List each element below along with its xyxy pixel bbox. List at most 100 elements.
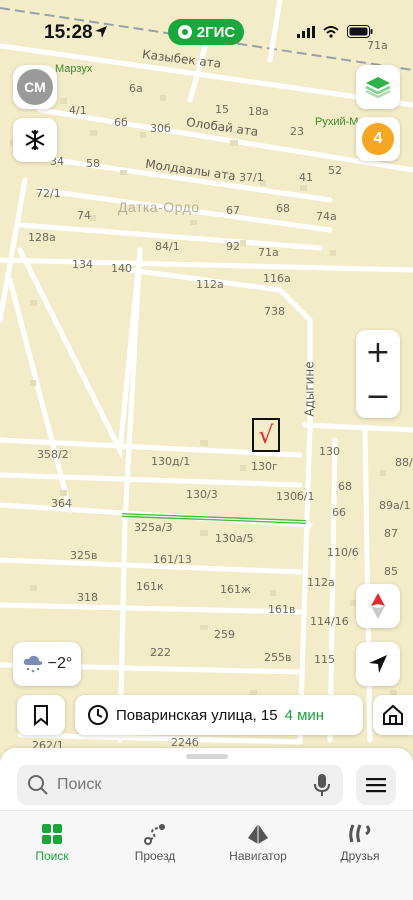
brand-name: 2ГИС <box>196 23 236 41</box>
avatar: СМ <box>17 69 53 105</box>
search-bar[interactable] <box>17 765 343 805</box>
home-button[interactable] <box>373 695 413 735</box>
tab-route[interactable]: Проезд <box>110 819 200 863</box>
status-time: 15:28 <box>44 22 93 43</box>
profile-avatar-button[interactable]: СМ <box>13 65 57 109</box>
house-number: 318 <box>77 591 98 604</box>
house-number: 18а <box>248 105 269 118</box>
house-number: 85 <box>384 565 398 578</box>
signal-icon <box>297 25 315 38</box>
house-number: 37/1 <box>239 171 264 184</box>
bookmark-icon <box>34 705 48 726</box>
house-number: 738 <box>264 305 285 318</box>
house-number: 66 <box>332 506 346 519</box>
house-number: 259 <box>214 628 235 641</box>
battery-icon <box>347 25 373 38</box>
tab-friends-label: Друзья <box>340 849 380 863</box>
layers-icon <box>365 77 391 99</box>
tab-search-label: Поиск <box>35 849 69 863</box>
house-number: 74 <box>77 209 91 222</box>
house-number: 74а <box>316 210 337 223</box>
house-number: 255в <box>264 651 292 664</box>
house-number: 325а/3 <box>134 521 173 534</box>
compass-icon <box>371 593 385 619</box>
zoom-in-button[interactable]: + <box>356 330 400 374</box>
route-address: Поваринская улица, 15 <box>116 706 278 724</box>
my-location-button[interactable] <box>356 642 400 686</box>
snow-cloud-icon <box>23 655 42 673</box>
house-number: 112а <box>196 278 224 291</box>
notification-badge: 4 <box>362 123 394 155</box>
tab-route-label: Проезд <box>134 849 176 863</box>
house-number: 67 <box>226 204 240 217</box>
microphone-icon[interactable] <box>313 773 331 797</box>
house-number: 134 <box>72 258 93 271</box>
house-number: 140 <box>111 262 132 275</box>
clock-icon <box>88 705 108 725</box>
poi-label-ruhiy[interactable]: Рухий-М <box>315 116 358 128</box>
house-number: 30б <box>150 122 171 135</box>
zoom-control: + − <box>356 330 400 418</box>
home-icon <box>383 704 403 725</box>
house-number: 88/1 <box>395 456 413 469</box>
house-number: 161в <box>268 603 296 616</box>
house-number: 41 <box>299 171 313 184</box>
house-number: 72/1 <box>36 187 61 200</box>
weather-widget[interactable]: −2° <box>13 642 81 686</box>
house-number: 4/1 <box>69 104 87 117</box>
poi-label-marzuh[interactable]: Марзух <box>55 63 92 75</box>
house-number: 71а <box>258 246 279 259</box>
street-label-adygine: Адыгине <box>302 361 317 417</box>
search-icon <box>28 775 48 795</box>
brand-badge[interactable]: 2ГИС <box>168 19 244 45</box>
house-number: 115 <box>314 653 335 666</box>
house-number: 130 <box>319 445 340 458</box>
location-arrow-icon <box>94 25 108 44</box>
house-number: 68 <box>338 480 352 493</box>
grid-icon <box>7 819 97 849</box>
route-eta: 4 мин <box>284 706 325 724</box>
navigator-icon <box>213 819 303 849</box>
menu-button[interactable] <box>356 765 396 805</box>
notifications-button[interactable]: 4 <box>356 117 400 161</box>
house-number: 6б <box>114 116 128 129</box>
compass-button[interactable] <box>356 584 400 628</box>
status-bar: 15:28 2ГИС <box>0 0 413 56</box>
bookmarks-button[interactable] <box>17 695 65 735</box>
route-icon <box>110 819 200 849</box>
house-number: 58 <box>86 157 100 170</box>
route-to-address[interactable]: Поваринская улица, 15 4 мин <box>75 695 363 735</box>
location-arrow-icon <box>369 655 387 673</box>
zoom-out-button[interactable]: − <box>356 374 400 418</box>
check-mark-icon: √ <box>258 421 274 449</box>
house-number: 110/6 <box>327 546 359 559</box>
search-input[interactable] <box>57 776 297 794</box>
wifi-icon <box>323 25 339 38</box>
selected-location-marker[interactable]: √ <box>252 418 280 452</box>
house-number: 130д/1 <box>151 455 191 468</box>
house-number: 112а <box>307 576 335 589</box>
district-label: Датка-Ордо <box>118 199 200 215</box>
house-number: 130б/1 <box>276 490 315 503</box>
house-number: 222 <box>150 646 171 659</box>
hamburger-icon <box>366 778 386 793</box>
house-number: 116а <box>263 272 291 285</box>
snowflake-icon <box>25 130 45 150</box>
map-layers-button[interactable] <box>356 65 400 109</box>
house-number: 15 <box>215 103 229 116</box>
house-number: 52 <box>328 164 342 177</box>
tab-search[interactable]: Поиск <box>7 819 97 863</box>
tab-bar: Поиск Проезд Навигатор Друзья <box>0 810 413 900</box>
bottom-sheet: Поиск Проезд Навигатор Друзья <box>0 748 413 900</box>
house-number: 68 <box>276 202 290 215</box>
house-number: 6а <box>129 82 143 95</box>
tab-navigator[interactable]: Навигатор <box>213 819 303 863</box>
house-number: 128а <box>28 231 56 244</box>
house-number: 130а/5 <box>215 532 254 545</box>
temperature: −2° <box>47 655 73 672</box>
house-number: 23 <box>290 125 304 138</box>
house-number: 161к <box>136 580 164 593</box>
winter-mode-button[interactable] <box>13 118 57 162</box>
tab-friends[interactable]: Друзья <box>315 819 405 863</box>
sheet-grabber[interactable] <box>186 754 228 759</box>
